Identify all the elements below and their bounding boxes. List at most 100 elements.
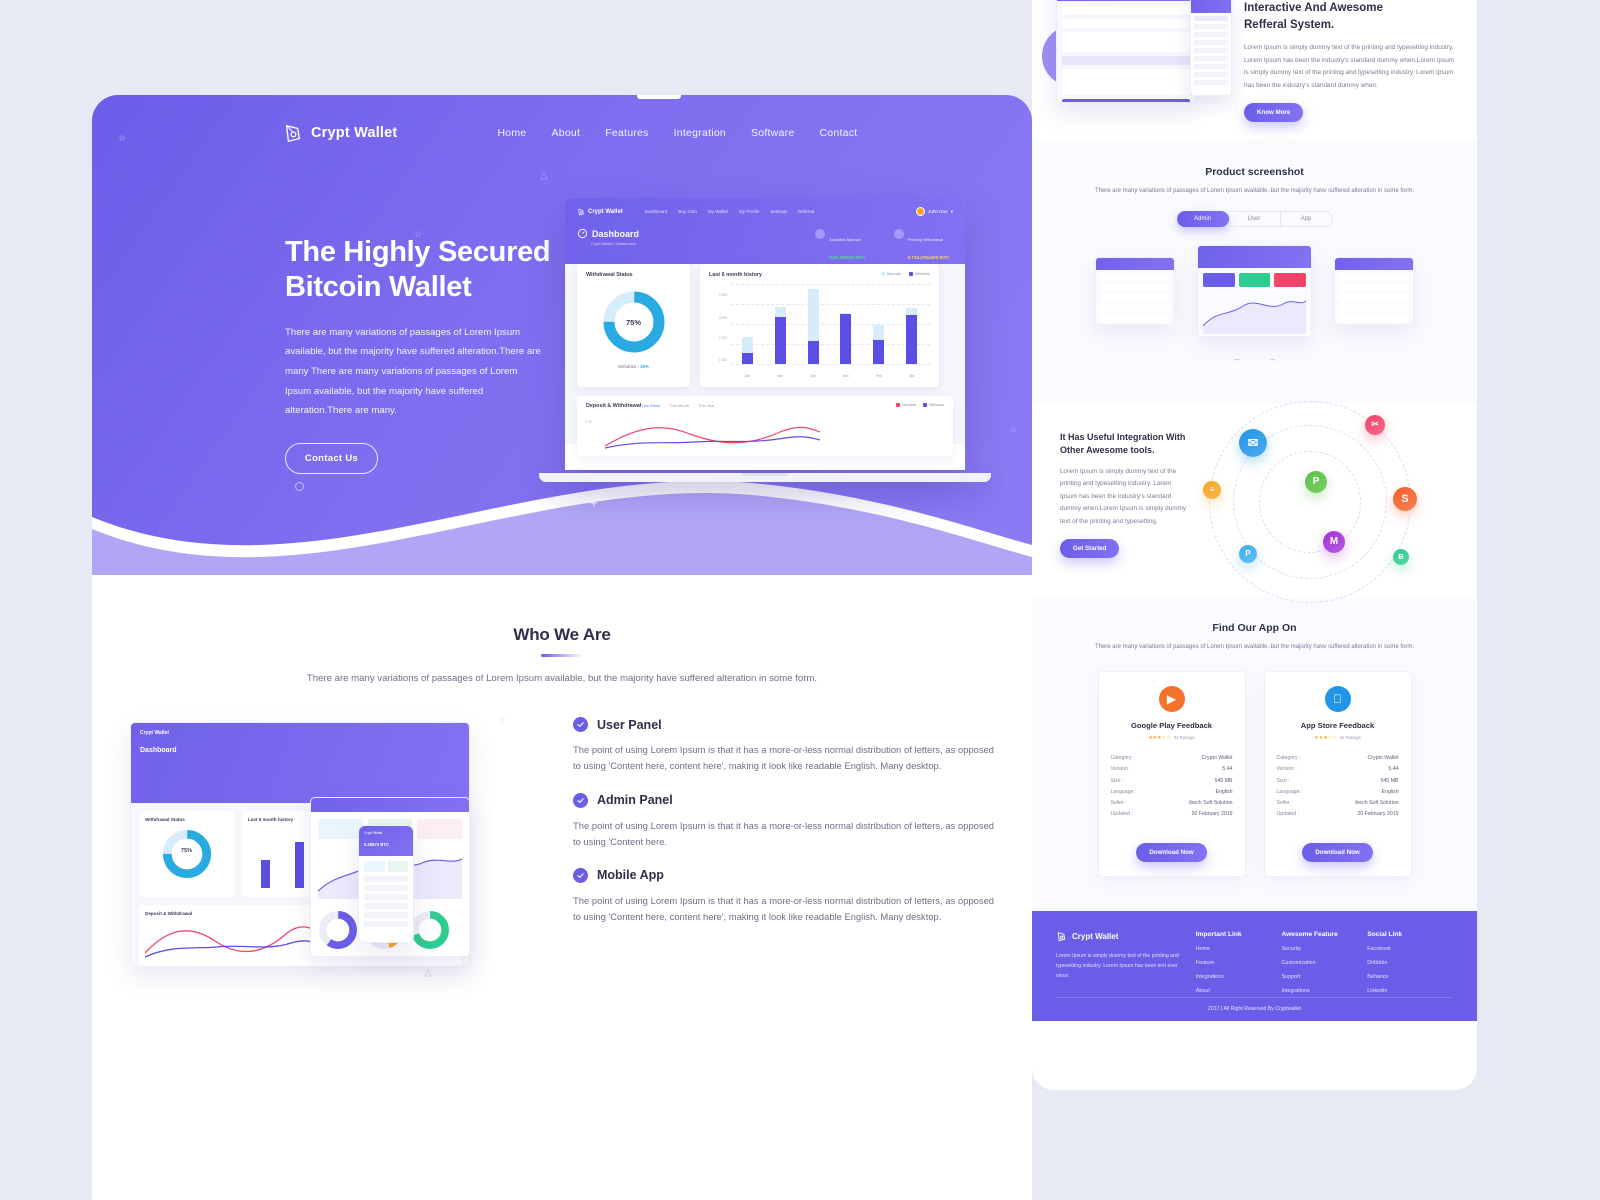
download-now-button[interactable]: Download Now: [1302, 842, 1373, 862]
hero-title-line2: Bitcoin Wallet: [285, 271, 472, 304]
bar-withdraw: [840, 313, 852, 364]
footer-brand-block: Crypt Wallet Lorem Ipsum is simply dummy…: [1056, 931, 1196, 994]
bar-chart: 4 000 3 000 2 000 1 000 Jan Mar Apr Nov Feb J…: [709, 284, 930, 378]
detail-row: Language : English: [1277, 786, 1399, 797]
bar-withdraw: [906, 314, 918, 364]
screenshot-thumbnail-left[interactable]: [1095, 256, 1175, 325]
dashboard-nav-my-wallet[interactable]: My Wallet: [708, 209, 728, 214]
line-chart: [605, 426, 820, 449]
bar-deposite: [774, 306, 786, 318]
nav-item-home[interactable]: Home: [497, 127, 526, 139]
nav-item-contact[interactable]: Contact: [819, 127, 857, 139]
chart-bar: [741, 284, 753, 364]
footer-brand: Crypt Wallet: [1056, 931, 1196, 942]
mastercard-icon[interactable]: ✉: [1239, 428, 1267, 457]
tab-app[interactable]: App: [1280, 210, 1333, 227]
dashboard-nav-settings[interactable]: Settings: [770, 209, 787, 214]
paypal-icon[interactable]: P: [1305, 470, 1327, 493]
tab-this-month[interactable]: This Month: [669, 403, 689, 408]
detail-label: Size :: [1276, 777, 1290, 784]
screenshot-thumbnail-center[interactable]: [1197, 244, 1312, 337]
get-started-button[interactable]: Get Started: [1060, 539, 1120, 559]
feature-heading: Admin Panel: [573, 792, 994, 808]
who-we-are-body: ☆ △ Crypt Wallet Dashboard Withdrawal St…: [92, 715, 1032, 985]
dashboard-nav-my-profile[interactable]: My Profile: [739, 209, 759, 214]
feature-heading: User Panel: [573, 717, 994, 733]
tab-this-year[interactable]: This Year: [698, 403, 715, 408]
integration-title: It Has Useful Integration With Other Awe…: [1060, 431, 1186, 455]
chart-legend: Deposite Withdraw: [880, 272, 930, 276]
footer: Crypt Wallet Lorem Ipsum is simply dummy…: [1032, 910, 1477, 1021]
footer-link[interactable]: Customization: [1282, 960, 1368, 966]
detail-value: 545 MB: [1214, 777, 1233, 784]
payoneer-icon[interactable]: ✂: [1365, 414, 1385, 435]
arrow-left-icon[interactable]: ←: [1233, 353, 1242, 363]
integration-paragraph: Lorem Ipsum is simply dummy text of the …: [1060, 467, 1187, 525]
footer-link[interactable]: Facebook: [1367, 946, 1453, 952]
paytm-icon[interactable]: P: [1239, 544, 1257, 563]
feature-text: The point of using Lorem Ipsum is that i…: [573, 744, 994, 772]
footer-link[interactable]: Linkedin: [1367, 988, 1453, 994]
tab-this-week[interactable]: This Week: [641, 403, 660, 408]
feature-text: The point of using Lorem Ipsum is that i…: [573, 894, 994, 923]
skrill-icon[interactable]: S: [1393, 486, 1417, 511]
dashboard-cards: Withdrawal Status 75% Withdraw : 35% Dep…: [577, 264, 953, 387]
nav-item-software[interactable]: Software: [751, 127, 794, 139]
nav-item-about[interactable]: About: [551, 127, 580, 139]
dashboard-nav-dashboard[interactable]: Dashboard: [645, 209, 667, 214]
footer-link[interactable]: Integrations: [1196, 974, 1282, 980]
footer-link[interactable]: Integrations: [1282, 988, 1368, 994]
know-more-button[interactable]: Know More: [1244, 103, 1304, 123]
bar-withdraw: [741, 352, 753, 364]
nav-item-integration[interactable]: Integration: [674, 127, 726, 139]
referral-text: Interactive And Awesome Refferal System.…: [1244, 0, 1459, 123]
x-tick: Apr: [810, 374, 816, 378]
who-we-are-section: Who We Are There are many variations of …: [92, 575, 1032, 1155]
footer-link[interactable]: Security: [1282, 946, 1368, 952]
footer-link[interactable]: About: [1196, 988, 1282, 994]
x-tick: Jan: [744, 374, 751, 378]
screenshot-thumbnail-right[interactable]: [1334, 256, 1414, 325]
star-decoration-icon: ☆: [1010, 425, 1018, 434]
detail-label: Size :: [1110, 777, 1124, 784]
page-title: Who We Are: [513, 625, 611, 644]
who-we-are-images: ☆ △ Crypt Wallet Dashboard Withdrawal St…: [130, 715, 545, 985]
bar-withdraw: [873, 340, 885, 364]
contact-us-button[interactable]: Contact Us: [285, 443, 378, 475]
donut-value: 75%: [625, 317, 641, 327]
card-title: Withdrawal Status: [586, 272, 633, 278]
star-decoration-icon: ☆: [498, 715, 507, 726]
detail-value: 20 February 2019: [1191, 811, 1233, 818]
footer-link[interactable]: Support: [1282, 974, 1368, 980]
referral-images: [1042, 0, 1237, 126]
triangle-decoration-icon: △: [540, 170, 548, 181]
dashboard-nav-referral[interactable]: Referral: [798, 209, 814, 214]
tab-admin[interactable]: Admin: [1176, 210, 1229, 227]
download-now-button[interactable]: Download Now: [1136, 842, 1207, 862]
arrow-right-icon[interactable]: →: [1268, 353, 1277, 363]
nav-item-features[interactable]: Features: [605, 127, 648, 139]
chart-bar: [807, 284, 819, 364]
footer-link[interactable]: Dribbble: [1367, 960, 1453, 966]
footer-column-awesome-feature: Awesome Feature Security Customization Supp…: [1282, 931, 1368, 994]
brand-logo[interactable]: Crypt Wallet: [282, 122, 397, 144]
tab-user[interactable]: User: [1228, 210, 1281, 227]
footer-link[interactable]: Feature: [1196, 960, 1282, 966]
laptop-mockup: Crypt Wallet Dashboard Buy Coin My Walle…: [539, 198, 991, 482]
footer-link[interactable]: Behance: [1367, 974, 1453, 980]
dashboard-nav-buy-coin[interactable]: Buy Coin: [678, 209, 697, 214]
stripe-icon[interactable]: ≡: [1203, 480, 1221, 499]
detail-row: Seller : ibech Soft Solution: [1277, 797, 1399, 808]
payza-icon[interactable]: M: [1323, 530, 1345, 553]
feature-text: The point of using Lorem Ipsum is that i…: [573, 819, 994, 847]
who-we-are-list: User Panel The point of using Lorem Ipsum…: [545, 715, 994, 985]
section-title: Product screenshot: [1205, 166, 1304, 178]
mobile-app-screenshot: Crypt Wallet 0.28972 BTC: [358, 825, 414, 944]
bar-deposite: [807, 288, 819, 342]
footer-link[interactable]: Home: [1196, 946, 1282, 952]
check-icon: [573, 792, 588, 808]
dashboard-user-menu[interactable]: John Doe ▾: [916, 207, 953, 216]
bitcoin-icon[interactable]: Ƀ: [1393, 548, 1409, 565]
detail-value: Crypto Wallet: [1201, 755, 1233, 762]
footer-about: Lorem Ipsum is simply dummy text of the …: [1056, 952, 1179, 979]
